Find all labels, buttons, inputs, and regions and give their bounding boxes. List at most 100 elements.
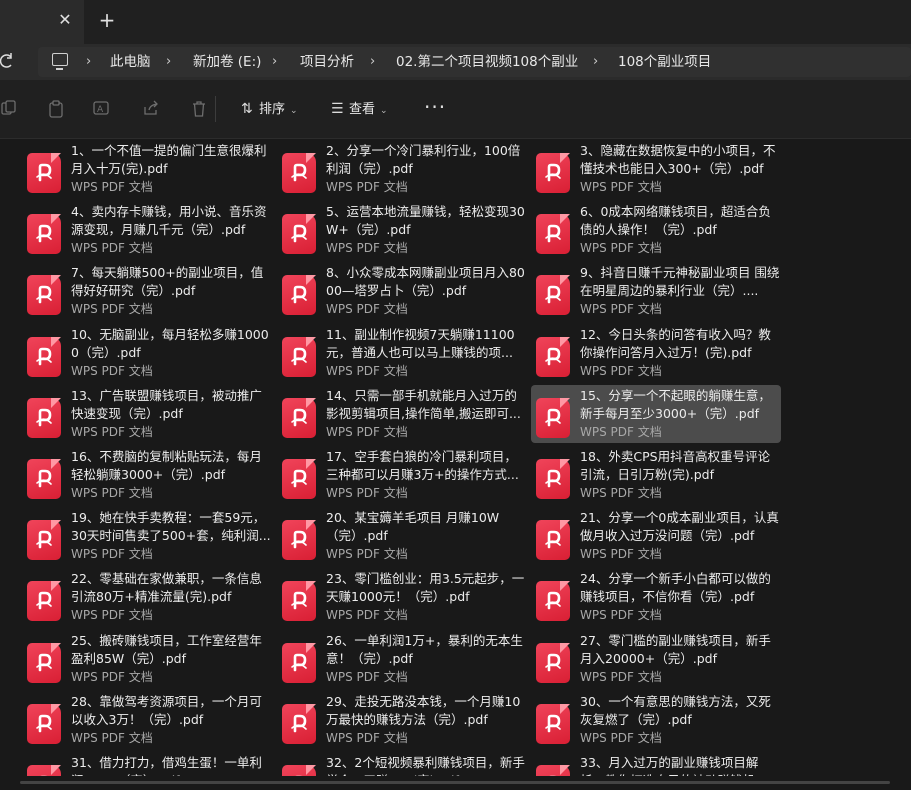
- breadcrumb-current-folder[interactable]: 108个副业项目: [618, 47, 711, 77]
- file-item[interactable]: 31、借力打力，借鸡生蛋！一单利润700+（完）.pdfWPS PDF 文档: [22, 752, 272, 776]
- file-item[interactable]: 21、分享一个0成本副业项目，认真做月收入过万没问题（完）.pdf WPS PDF…: [531, 507, 781, 565]
- file-item[interactable]: 22、零基础在家做兼职，一条信息引流80万+精准流量(完).pdf WPS PDF…: [22, 568, 272, 626]
- this-pc-icon[interactable]: [52, 53, 68, 70]
- refresh-icon[interactable]: [0, 52, 18, 72]
- share-icon[interactable]: [142, 100, 160, 118]
- explorer-tab[interactable]: ✕: [0, 0, 84, 44]
- file-type: WPS PDF 文档: [580, 241, 662, 256]
- breadcrumb-drive-e[interactable]: 新加卷 (E:): [193, 47, 261, 77]
- file-type: WPS PDF 文档: [326, 486, 408, 500]
- file-type: WPS PDF 文档: [71, 180, 153, 194]
- horizontal-scrollbar[interactable]: [0, 776, 911, 790]
- breadcrumb-second-project[interactable]: 02.第二个项目视频108个副业: [396, 47, 578, 77]
- breadcrumb-separator[interactable]: ›: [86, 47, 91, 77]
- file-item[interactable]: 17、空手套白狼的冷门暴利项目，三种都可以月赚3万+的操作方式... WPS PD…: [277, 446, 527, 504]
- file-type: WPS PDF 文档: [580, 486, 662, 500]
- file-item[interactable]: 11、副业制作视频7天躺赚11100元，普通人也可以马上赚钱的项... WPS P…: [277, 324, 527, 382]
- file-name: 1、一个不值一提的偏门生意很爆利月入十万(完).pdf: [71, 143, 267, 176]
- file-name: 13、广告联盟赚钱项目，被动推广快速变现（完）.pdf: [71, 387, 262, 421]
- file-item[interactable]: 27、零门槛的副业赚钱项目，新手月入20000+（完）.pdf WPS PDF 文…: [531, 630, 781, 688]
- file-name: 15、分享一个不起眼的躺赚生意，新手每月至少3000+（完）.pdf: [580, 387, 771, 421]
- pdf-file-icon: [27, 459, 61, 499]
- file-item[interactable]: 10、无脑副业，每月轻松多赚10000（完）.pdf WPS PDF 文档: [22, 324, 272, 382]
- chevron-down-icon: ⌄: [290, 106, 298, 116]
- file-item[interactable]: 13、广告联盟赚钱项目，被动推广快速变现（完）.pdf WPS PDF 文档: [22, 385, 272, 443]
- rename-icon[interactable]: A: [93, 100, 111, 118]
- file-item[interactable]: 20、某宝薅羊毛项目 月赚10W（完）.pdf WPS PDF 文档: [277, 507, 527, 565]
- file-grid: 1、一个不值一提的偏门生意很爆利月入十万(完).pdf WPS PDF 文档 2、分…: [0, 138, 911, 776]
- breadcrumb-separator[interactable]: ›: [272, 47, 277, 77]
- breadcrumb-separator[interactable]: ›: [593, 47, 598, 77]
- pdf-file-icon: [27, 703, 61, 744]
- file-name: 2、分享一个冷门暴利行业，100倍利润（完）.pdf: [326, 143, 521, 176]
- file-item[interactable]: 8、小众零成本网赚副业项目月入8000—塔罗占卜（完）.pdf WPS PDF 文…: [277, 262, 527, 320]
- file-item[interactable]: 33、月入过万的副业赚钱项目解析，教你打造自己的被动赚钱机...WPS PDF …: [531, 752, 781, 776]
- breadcrumb-separator[interactable]: ›: [166, 47, 171, 77]
- file-name: 20、某宝薅羊毛项目 月赚10W（完）.pdf: [326, 510, 500, 544]
- file-item[interactable]: 3、隐藏在数据恢复中的小项目，不懂技术也能日入300+（完）.pdf WPS PD…: [531, 140, 781, 198]
- file-item[interactable]: 14、只需一部手机就能月入过万的影视剪辑项目,操作简单,搬运即可... WPS P…: [277, 385, 527, 443]
- sort-button[interactable]: ⇅ 排序 ⌄: [241, 96, 298, 122]
- sort-label: 排序: [259, 102, 286, 117]
- file-type: WPS PDF 文档: [71, 302, 153, 317]
- file-item[interactable]: 25、搬砖赚钱项目，工作室经营年盈利85W（完）.pdf WPS PDF 文档: [22, 630, 272, 688]
- pdf-file-icon: [27, 520, 61, 561]
- file-name: 19、她在快手卖教程：一套59元，30天时间售卖了500+套，纯利润...: [71, 510, 271, 544]
- close-tab-icon[interactable]: ✕: [57, 12, 73, 28]
- breadcrumb[interactable]: › 此电脑 › 新加卷 (E:) › 项目分析 › 02.第二个项目视频108个…: [38, 47, 911, 77]
- file-item[interactable]: 24、分享一个新手小白都可以做的赚钱项目，不信你看（完）.pdf WPS PDF …: [531, 568, 781, 626]
- file-type: WPS PDF 文档: [71, 424, 153, 439]
- file-name: 22、零基础在家做兼职，一条信息引流80万+精准流量(完).pdf: [71, 571, 262, 605]
- pdf-file-icon: [27, 397, 61, 438]
- pdf-file-icon: [282, 214, 316, 255]
- file-type: WPS PDF 文档: [326, 363, 408, 378]
- file-item[interactable]: 18、外卖CPS用抖音高权重号评论引流，日引万粉(完).pdf WPS PDF 文…: [531, 446, 781, 504]
- pdf-file-icon: [282, 765, 316, 776]
- pdf-file-icon: [282, 642, 316, 683]
- file-type: WPS PDF 文档: [71, 547, 153, 562]
- file-item[interactable]: 15、分享一个不起眼的躺赚生意，新手每月至少3000+（完）.pdf WPS PD…: [531, 384, 781, 443]
- pdf-file-icon: [282, 520, 316, 561]
- pdf-file-icon: [536, 214, 570, 255]
- file-type: WPS PDF 文档: [580, 730, 662, 745]
- view-icon: ☰: [331, 101, 344, 117]
- file-name: 17、空手套白狼的冷门暴利项目，三种都可以月赚3万+的操作方式...: [326, 449, 519, 482]
- file-name: 3、隐藏在数据恢复中的小项目，不懂技术也能日入300+（完）.pdf: [580, 143, 776, 176]
- file-item[interactable]: 23、零门槛创业：用3.5元起步，一天赚1000元！（完）.pdf WPS PDF…: [277, 568, 527, 626]
- file-item[interactable]: 1、一个不值一提的偏门生意很爆利月入十万(完).pdf WPS PDF 文档: [22, 140, 272, 198]
- file-item[interactable]: 29、走投无路没本钱，一个月赚10万最快的赚钱方法（完）.pdf WPS PDF …: [277, 691, 527, 749]
- file-item[interactable]: 28、靠做驾考资源项目，一个月可以收入3万！（完）.pdf WPS PDF 文档: [22, 691, 272, 749]
- file-item[interactable]: 30、一个有意思的赚钱方法，又死灰复燃了（完）.pdf WPS PDF 文档: [531, 691, 781, 749]
- file-type: WPS PDF 文档: [326, 241, 408, 256]
- file-item[interactable]: 6、0成本网络赚钱项目，超适合负债的人操作！（完）.pdf WPS PDF 文档: [531, 201, 781, 259]
- file-item[interactable]: 2、分享一个冷门暴利行业，100倍利润（完）.pdf WPS PDF 文档: [277, 140, 527, 198]
- cut-icon[interactable]: [0, 100, 18, 118]
- delete-icon[interactable]: [190, 100, 208, 118]
- scrollbar-thumb[interactable]: [20, 781, 890, 784]
- file-name: 16、不费脑的复制粘贴玩法，每月轻松躺赚3000+（完）.pdf: [71, 449, 262, 482]
- address-bar-row: › 此电脑 › 新加卷 (E:) › 项目分析 › 02.第二个项目视频108个…: [0, 44, 911, 80]
- new-tab-icon[interactable]: +: [98, 10, 116, 30]
- pdf-file-icon: [27, 214, 61, 255]
- file-item[interactable]: 19、她在快手卖教程：一套59元，30天时间售卖了500+套，纯利润... WPS…: [22, 507, 272, 565]
- file-item[interactable]: 12、今日头条的问答有收入吗？教你操作问答月入过万！(完).pdf WPS PDF…: [531, 324, 781, 382]
- file-item[interactable]: 26、一单利润1万+，暴利的无本生意！（完）.pdf WPS PDF 文档: [277, 630, 527, 688]
- file-item[interactable]: 32、2个短视频暴利赚钱项目，新手学会，天赚500(完).pdfWPS PDF …: [277, 752, 527, 776]
- toolbar-divider: [215, 96, 216, 122]
- breadcrumb-this-pc[interactable]: 此电脑: [110, 47, 151, 77]
- breadcrumb-separator[interactable]: ›: [370, 47, 375, 77]
- view-button[interactable]: ☰ 查看 ⌄: [331, 96, 388, 122]
- more-options-button[interactable]: ···: [424, 96, 445, 122]
- file-item[interactable]: 7、每天躺赚500+的副业项目，值得好好研究（完）.pdf WPS PDF 文档: [22, 262, 272, 320]
- file-name: 11、副业制作视频7天躺赚11100元，普通人也可以马上赚钱的项...: [326, 326, 515, 360]
- file-name: 23、零门槛创业：用3.5元起步，一天赚1000元！（完）.pdf: [326, 571, 525, 605]
- file-item[interactable]: 5、运营本地流量赚钱，轻松变现30W+（完）.pdf WPS PDF 文档: [277, 201, 527, 259]
- file-type: WPS PDF 文档: [71, 669, 153, 684]
- file-item[interactable]: 16、不费脑的复制粘贴玩法，每月轻松躺赚3000+（完）.pdf WPS PDF …: [22, 446, 272, 504]
- svg-text:A: A: [97, 105, 104, 115]
- file-item[interactable]: 9、抖音日赚千元神秘副业项目 围绕在明星周边的暴利行业（完）.... WPS PD…: [531, 262, 781, 320]
- file-name: 33、月入过万的副业赚钱项目解析，教你打造自己的被动赚钱机...: [580, 755, 767, 776]
- breadcrumb-project-analysis[interactable]: 项目分析: [300, 47, 354, 77]
- paste-icon[interactable]: [47, 100, 65, 118]
- file-item[interactable]: 4、卖内存卡赚钱，用小说、音乐资源变现，月赚几千元（完）.pdf WPS PDF …: [22, 201, 272, 259]
